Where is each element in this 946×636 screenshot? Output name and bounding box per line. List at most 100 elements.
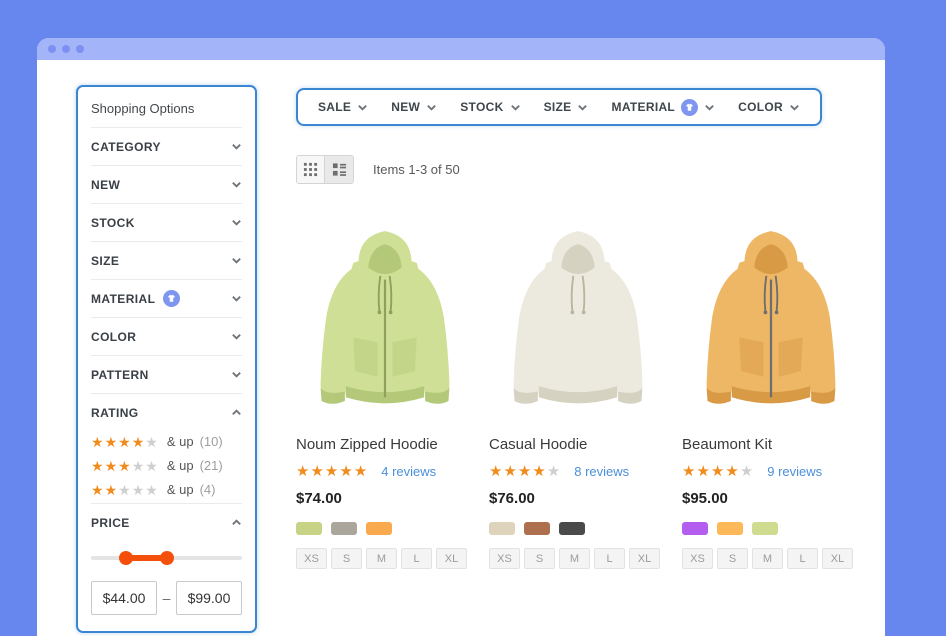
- size-option-l[interactable]: L: [401, 548, 432, 569]
- filter-section-header-category[interactable]: CATEGORY: [91, 128, 242, 165]
- filter-section-label: PRICE: [91, 516, 130, 530]
- pullover-hoodie-image: [494, 214, 662, 420]
- size-option-l[interactable]: L: [594, 548, 625, 569]
- size-option-xl[interactable]: XL: [629, 548, 660, 569]
- slider-handle-min[interactable]: [119, 551, 133, 565]
- rating-suffix: & up: [167, 434, 194, 449]
- filter-chip-color[interactable]: COLOR: [738, 100, 800, 114]
- slider-handle-max[interactable]: [160, 551, 174, 565]
- product-rating-row: ★★★★★9 reviews: [682, 464, 859, 479]
- filter-section-header-pattern[interactable]: PATTERN: [91, 356, 242, 393]
- star-filled-icon: ★: [118, 458, 132, 474]
- price-max-input[interactable]: [176, 581, 242, 615]
- product-price: $74.00: [296, 490, 473, 507]
- star-filled-icon: ★: [91, 434, 105, 450]
- price-range-slider: [91, 551, 242, 565]
- filter-section-header-price[interactable]: PRICE: [91, 504, 242, 541]
- size-option-m[interactable]: M: [559, 548, 590, 569]
- product-card: Noum Zipped Hoodie★★★★★4 reviews$74.00XS…: [296, 211, 473, 569]
- price-min-input[interactable]: [91, 581, 157, 615]
- size-option-xs[interactable]: XS: [489, 548, 520, 569]
- filter-chip-material[interactable]: MATERIAL: [612, 99, 716, 116]
- star-empty-icon: ★: [740, 463, 754, 480]
- window-control-dot[interactable]: [62, 45, 70, 53]
- product-image[interactable]: [296, 211, 473, 423]
- rating-filter-option[interactable]: ★★★★★& up(10): [91, 431, 242, 455]
- size-option-s[interactable]: S: [717, 548, 748, 569]
- filter-section-header-new[interactable]: NEW: [91, 166, 242, 203]
- filter-section-header-stock[interactable]: STOCK: [91, 204, 242, 241]
- star-filled-icon: ★: [296, 463, 310, 480]
- star-filled-icon: ★: [105, 482, 119, 498]
- product-image[interactable]: [682, 211, 859, 423]
- size-option-m[interactable]: M: [752, 548, 783, 569]
- filter-chip-size[interactable]: SIZE: [544, 100, 589, 114]
- filter-section-label: CATEGORY: [91, 140, 161, 154]
- chevron-down-icon: [231, 217, 242, 228]
- chevron-down-icon: [357, 102, 368, 113]
- product-name[interactable]: Beaumont Kit: [682, 436, 859, 453]
- star-filled-icon: ★: [325, 463, 339, 480]
- chevron-up-icon: [231, 407, 242, 418]
- filter-section-label: NEW: [91, 178, 120, 192]
- product-rating-row: ★★★★★8 reviews: [489, 464, 666, 479]
- list-view-icon: [332, 162, 347, 177]
- window-titlebar: [37, 38, 885, 60]
- size-option-xs[interactable]: XS: [682, 548, 713, 569]
- reviews-link[interactable]: 9 reviews: [767, 464, 822, 479]
- color-swatch[interactable]: [331, 522, 357, 535]
- reviews-link[interactable]: 8 reviews: [574, 464, 629, 479]
- color-swatch[interactable]: [489, 522, 515, 535]
- product-card: Beaumont Kit★★★★★9 reviews$95.00XSSMLXL: [682, 211, 859, 569]
- size-options: XSSMLXL: [296, 548, 473, 569]
- size-option-xl[interactable]: XL: [822, 548, 853, 569]
- color-swatch[interactable]: [682, 522, 708, 535]
- size-option-s[interactable]: S: [331, 548, 362, 569]
- filter-section-header-size[interactable]: SIZE: [91, 242, 242, 279]
- chevron-down-icon: [231, 141, 242, 152]
- star-empty-icon: ★: [547, 463, 561, 480]
- filter-section-size: SIZE: [91, 242, 242, 280]
- size-option-xl[interactable]: XL: [436, 548, 467, 569]
- filter-section-header-color[interactable]: COLOR: [91, 318, 242, 355]
- chevron-down-icon: [231, 293, 242, 304]
- size-option-m[interactable]: M: [366, 548, 397, 569]
- color-swatch[interactable]: [717, 522, 743, 535]
- color-swatch[interactable]: [752, 522, 778, 535]
- filter-chip-stock[interactable]: STOCK: [460, 100, 520, 114]
- rating-filter-option[interactable]: ★★★★★& up(4): [91, 479, 242, 503]
- reviews-link[interactable]: 4 reviews: [381, 464, 436, 479]
- color-swatch[interactable]: [559, 522, 585, 535]
- product-name[interactable]: Noum Zipped Hoodie: [296, 436, 473, 453]
- filter-chip-sale[interactable]: SALE: [318, 100, 368, 114]
- rating-filter-option[interactable]: ★★★★★& up(21): [91, 455, 242, 479]
- product-name[interactable]: Casual Hoodie: [489, 436, 666, 453]
- filter-chip-new[interactable]: NEW: [391, 100, 437, 114]
- color-swatch[interactable]: [296, 522, 322, 535]
- window-control-dot[interactable]: [48, 45, 56, 53]
- view-mode-toggle: [296, 155, 354, 184]
- color-swatch[interactable]: [524, 522, 550, 535]
- rating-count: (21): [200, 458, 223, 473]
- star-filled-icon: ★: [532, 463, 546, 480]
- size-option-s[interactable]: S: [524, 548, 555, 569]
- price-inputs-row: –: [91, 581, 242, 617]
- color-swatch[interactable]: [366, 522, 392, 535]
- list-view-button[interactable]: [325, 156, 353, 183]
- filter-section-header-material[interactable]: MATERIAL: [91, 280, 242, 317]
- size-option-xs[interactable]: XS: [296, 548, 327, 569]
- main-area: SALE NEW STOCK SIZE MATERIAL COLOR: [296, 88, 862, 569]
- product-image[interactable]: [489, 211, 666, 423]
- rating-suffix: & up: [167, 458, 194, 473]
- size-option-l[interactable]: L: [787, 548, 818, 569]
- product-price: $76.00: [489, 490, 666, 507]
- grid-view-button[interactable]: [297, 156, 325, 183]
- filter-section-stock: STOCK: [91, 204, 242, 242]
- product-grid: Noum Zipped Hoodie★★★★★4 reviews$74.00XS…: [296, 211, 862, 569]
- filter-section-header-rating[interactable]: RATING: [91, 394, 242, 431]
- filter-section-label: MATERIAL: [91, 290, 180, 307]
- star-rating: ★★★★★: [91, 483, 159, 497]
- star-filled-icon: ★: [489, 463, 503, 480]
- window-control-dot[interactable]: [76, 45, 84, 53]
- star-filled-icon: ★: [339, 463, 353, 480]
